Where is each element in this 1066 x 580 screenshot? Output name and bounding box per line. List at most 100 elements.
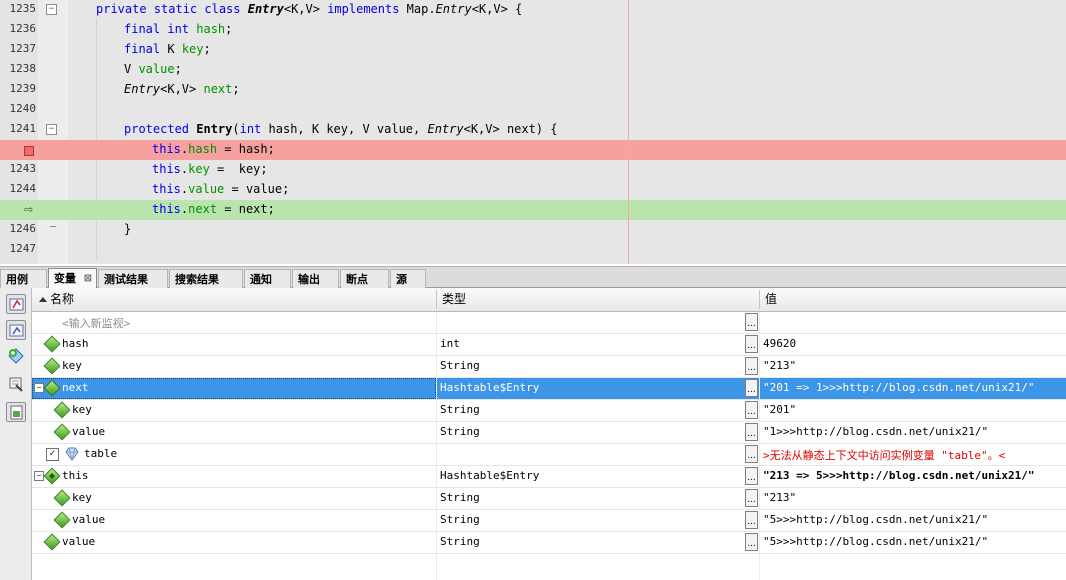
code-line[interactable]: 1243 this.key = key; — [0, 160, 1066, 180]
code-text[interactable]: V value; — [124, 62, 182, 76]
code-line[interactable]: 1237 final K key; — [0, 40, 1066, 60]
tab-1[interactable]: 变量 ⊠ — [48, 268, 97, 289]
watch-checkbox[interactable]: ✓ — [46, 448, 59, 461]
edit-value-button[interactable]: ... — [745, 379, 758, 397]
tab-label: 断点 — [346, 273, 368, 286]
tab-0[interactable]: 用例 — [0, 269, 47, 288]
code-line[interactable]: 1247 — [0, 240, 1066, 260]
code-token: key — [181, 42, 204, 56]
variable-value[interactable]: "5>>>http://blog.csdn.net/unix21/" — [763, 513, 988, 526]
code-line[interactable]: 1239 Entry<K,V> next; — [0, 80, 1066, 100]
variable-value[interactable]: "201 => 1>>>http://blog.csdn.net/unix21/… — [763, 381, 1035, 394]
tab-2[interactable]: 测试结果 — [98, 269, 168, 288]
code-line[interactable]: 1240 — [0, 100, 1066, 120]
variable-value[interactable]: "213" — [763, 491, 796, 504]
code-text[interactable]: protected Entry(int hash, K key, V value… — [124, 122, 558, 136]
column-header-name[interactable]: 名称 — [50, 288, 74, 311]
tab-4[interactable]: 通知 — [244, 269, 291, 288]
code-token: ( — [232, 122, 240, 136]
variables-table: 名称 类型 值 <输入新监视>... hash int... 49620 key Stri… — [32, 288, 1066, 580]
code-editor[interactable]: 1235− private static class Entry<K,V> imp… — [0, 0, 1066, 264]
variable-value[interactable]: "1>>>http://blog.csdn.net/unix21/" — [763, 425, 988, 438]
fold-collapse-icon[interactable]: − — [46, 4, 57, 15]
variable-value[interactable]: 49620 — [763, 337, 796, 350]
code-text[interactable]: this.hash = hash; — [152, 142, 275, 156]
variable-value[interactable]: "213" — [763, 359, 796, 372]
tab-7[interactable]: 源 — [390, 269, 426, 288]
code-text[interactable]: final K key; — [124, 42, 211, 56]
tab-5[interactable]: 输出 — [292, 269, 339, 288]
code-text[interactable]: private static class Entry<K,V> implemen… — [96, 2, 522, 16]
edit-value-button[interactable]: ... — [745, 335, 758, 353]
table-row[interactable]: hash int... 49620 — [32, 334, 1066, 356]
code-line[interactable]: 1241− protected Entry(int hash, K key, V … — [0, 120, 1066, 140]
code-line[interactable]: 1244 this.value = value; — [0, 180, 1066, 200]
filter-icon[interactable] — [6, 374, 26, 394]
table-row[interactable]: <输入新监视>... — [32, 312, 1066, 334]
edit-value-button[interactable]: ... — [745, 423, 758, 441]
table-row[interactable]: ✓ table... >无法从静态上下文中访问实例变量 "table"。< — [32, 444, 1066, 466]
column-header-type[interactable]: 类型 — [442, 288, 466, 311]
table-row[interactable]: key String... "213" — [32, 488, 1066, 510]
code-token: = key; — [209, 162, 268, 176]
code-line[interactable]: this.hash = hash; — [0, 140, 1066, 160]
variable-value[interactable]: "5>>>http://blog.csdn.net/unix21/" — [763, 535, 988, 548]
watch-icon[interactable] — [6, 294, 26, 314]
code-token: Entry — [427, 122, 464, 136]
code-token: value — [138, 62, 175, 76]
table-row[interactable]: value String... "5>>>http://blog.csdn.net/… — [32, 532, 1066, 554]
code-token: hash — [188, 142, 218, 156]
output-tab-bar: 用例 变量 ⊠ 测试结果 搜索结果 通知 输出 断点 源 — [0, 266, 1066, 289]
code-line[interactable]: 1238 V value; — [0, 60, 1066, 80]
edit-value-button[interactable]: ... — [745, 401, 758, 419]
code-text[interactable]: Entry<K,V> next; — [124, 82, 240, 96]
code-text[interactable]: this.value = value; — [152, 182, 289, 196]
tree-collapse-icon[interactable]: − — [34, 383, 44, 393]
table-row[interactable]: value String... "1>>>http://blog.csdn.net/… — [32, 422, 1066, 444]
sort-ascending-icon[interactable] — [39, 297, 47, 302]
variable-name: key — [72, 403, 92, 416]
table-row[interactable]: − next Hashtable$Entry... "201 => 1>>>http:… — [32, 378, 1066, 400]
variable-name: this — [62, 469, 89, 482]
variable-field-icon — [53, 489, 71, 507]
table-row[interactable]: key String... "201" — [32, 400, 1066, 422]
code-text[interactable]: this.next = next; — [152, 202, 275, 216]
variable-type: String — [440, 491, 480, 504]
variable-value[interactable]: "201" — [763, 403, 796, 416]
code-text[interactable]: final int hash; — [124, 22, 232, 36]
view-options-icon[interactable] — [6, 402, 26, 422]
edit-value-button[interactable]: ... — [745, 489, 758, 507]
add-watch-icon[interactable] — [6, 346, 26, 366]
code-text[interactable]: } — [124, 222, 131, 236]
breakpoint-icon[interactable] — [24, 146, 34, 156]
code-line[interactable]: 1246} — [0, 220, 1066, 240]
tree-collapse-icon[interactable]: − — [34, 471, 44, 481]
edit-value-button[interactable]: ... — [745, 533, 758, 551]
edit-value-button[interactable]: ... — [745, 357, 758, 375]
edit-value-button[interactable]: ... — [745, 445, 758, 463]
fold-collapse-icon[interactable]: − — [46, 124, 57, 135]
code-line[interactable]: ⇨ this.next = next; — [0, 200, 1066, 220]
table-row[interactable]: key String... "213" — [32, 356, 1066, 378]
tab-3[interactable]: 搜索结果 — [169, 269, 243, 288]
edit-value-button[interactable]: ... — [745, 313, 758, 331]
close-tab-icon[interactable]: ⊠ — [84, 269, 92, 288]
new-watch-input[interactable]: <输入新监视> — [62, 315, 130, 331]
code-line[interactable]: 1235− private static class Entry<K,V> imp… — [0, 0, 1066, 20]
code-line[interactable]: 1236 final int hash; — [0, 20, 1066, 40]
edit-value-button[interactable]: ... — [745, 511, 758, 529]
tab-6[interactable]: 断点 — [340, 269, 389, 288]
current-line-arrow-icon: ⇨ — [24, 203, 34, 216]
code-token: <K,V> — [160, 82, 204, 96]
edit-value-button[interactable]: ... — [745, 467, 758, 485]
code-text[interactable]: this.key = key; — [152, 162, 268, 176]
code-token: <K,V> { — [471, 2, 523, 16]
variable-name: table — [84, 447, 118, 460]
table-row[interactable]: − this Hashtable$Entry... "213 => 5>>>http:… — [32, 466, 1066, 488]
watch-alt-icon[interactable] — [6, 320, 26, 340]
column-header-value[interactable]: 值 — [765, 288, 777, 311]
variable-value[interactable]: "213 => 5>>>http://blog.csdn.net/unix21/… — [763, 469, 1035, 482]
code-token: = value; — [224, 182, 290, 196]
table-row[interactable]: value String... "5>>>http://blog.csdn.net/… — [32, 510, 1066, 532]
variable-value[interactable]: >无法从静态上下文中访问实例变量 "table"。< — [763, 447, 1005, 463]
